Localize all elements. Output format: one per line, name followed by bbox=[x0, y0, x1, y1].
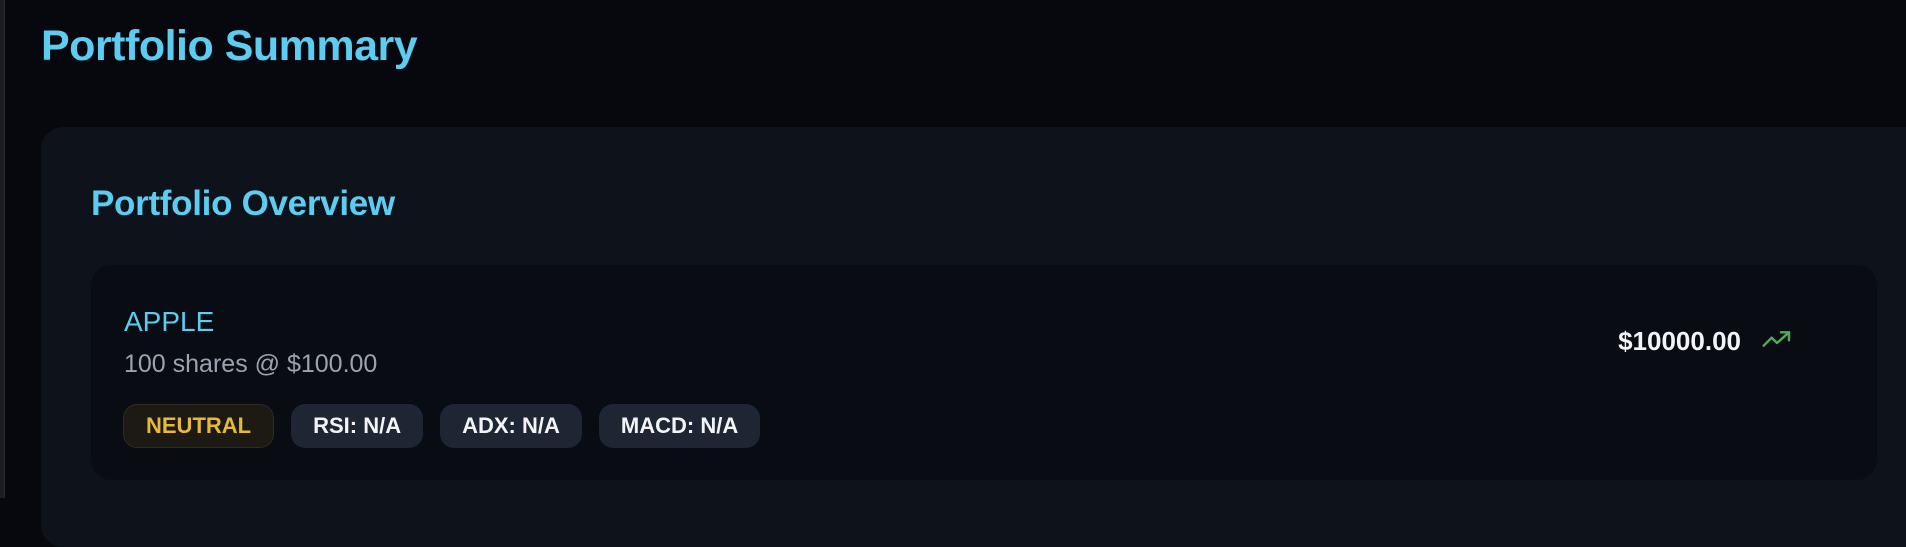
holding-shares: 100 shares @ $100.00 bbox=[124, 350, 378, 378]
holding-value: $10000.00 bbox=[1618, 326, 1741, 356]
rsi-badge: RSI: N/A bbox=[291, 404, 424, 448]
page-title: Portfolio Summary bbox=[41, 22, 418, 70]
trending-up-icon bbox=[1761, 328, 1793, 355]
holding-value-group: $10000.00 bbox=[1618, 326, 1793, 357]
signal-badge: NEUTRAL bbox=[123, 404, 275, 448]
overview-title: Portfolio Overview bbox=[91, 184, 395, 223]
macd-badge: MACD: N/A bbox=[598, 404, 761, 448]
left-edge-divider bbox=[0, 0, 5, 498]
indicator-badges: NEUTRAL RSI: N/A ADX: N/A MACD: N/A bbox=[123, 404, 761, 448]
adx-badge: ADX: N/A bbox=[440, 404, 582, 448]
holding-name: APPLE bbox=[124, 306, 215, 337]
holding-card[interactable]: APPLE 100 shares @ $100.00 NEUTRAL RSI: … bbox=[91, 265, 1877, 480]
